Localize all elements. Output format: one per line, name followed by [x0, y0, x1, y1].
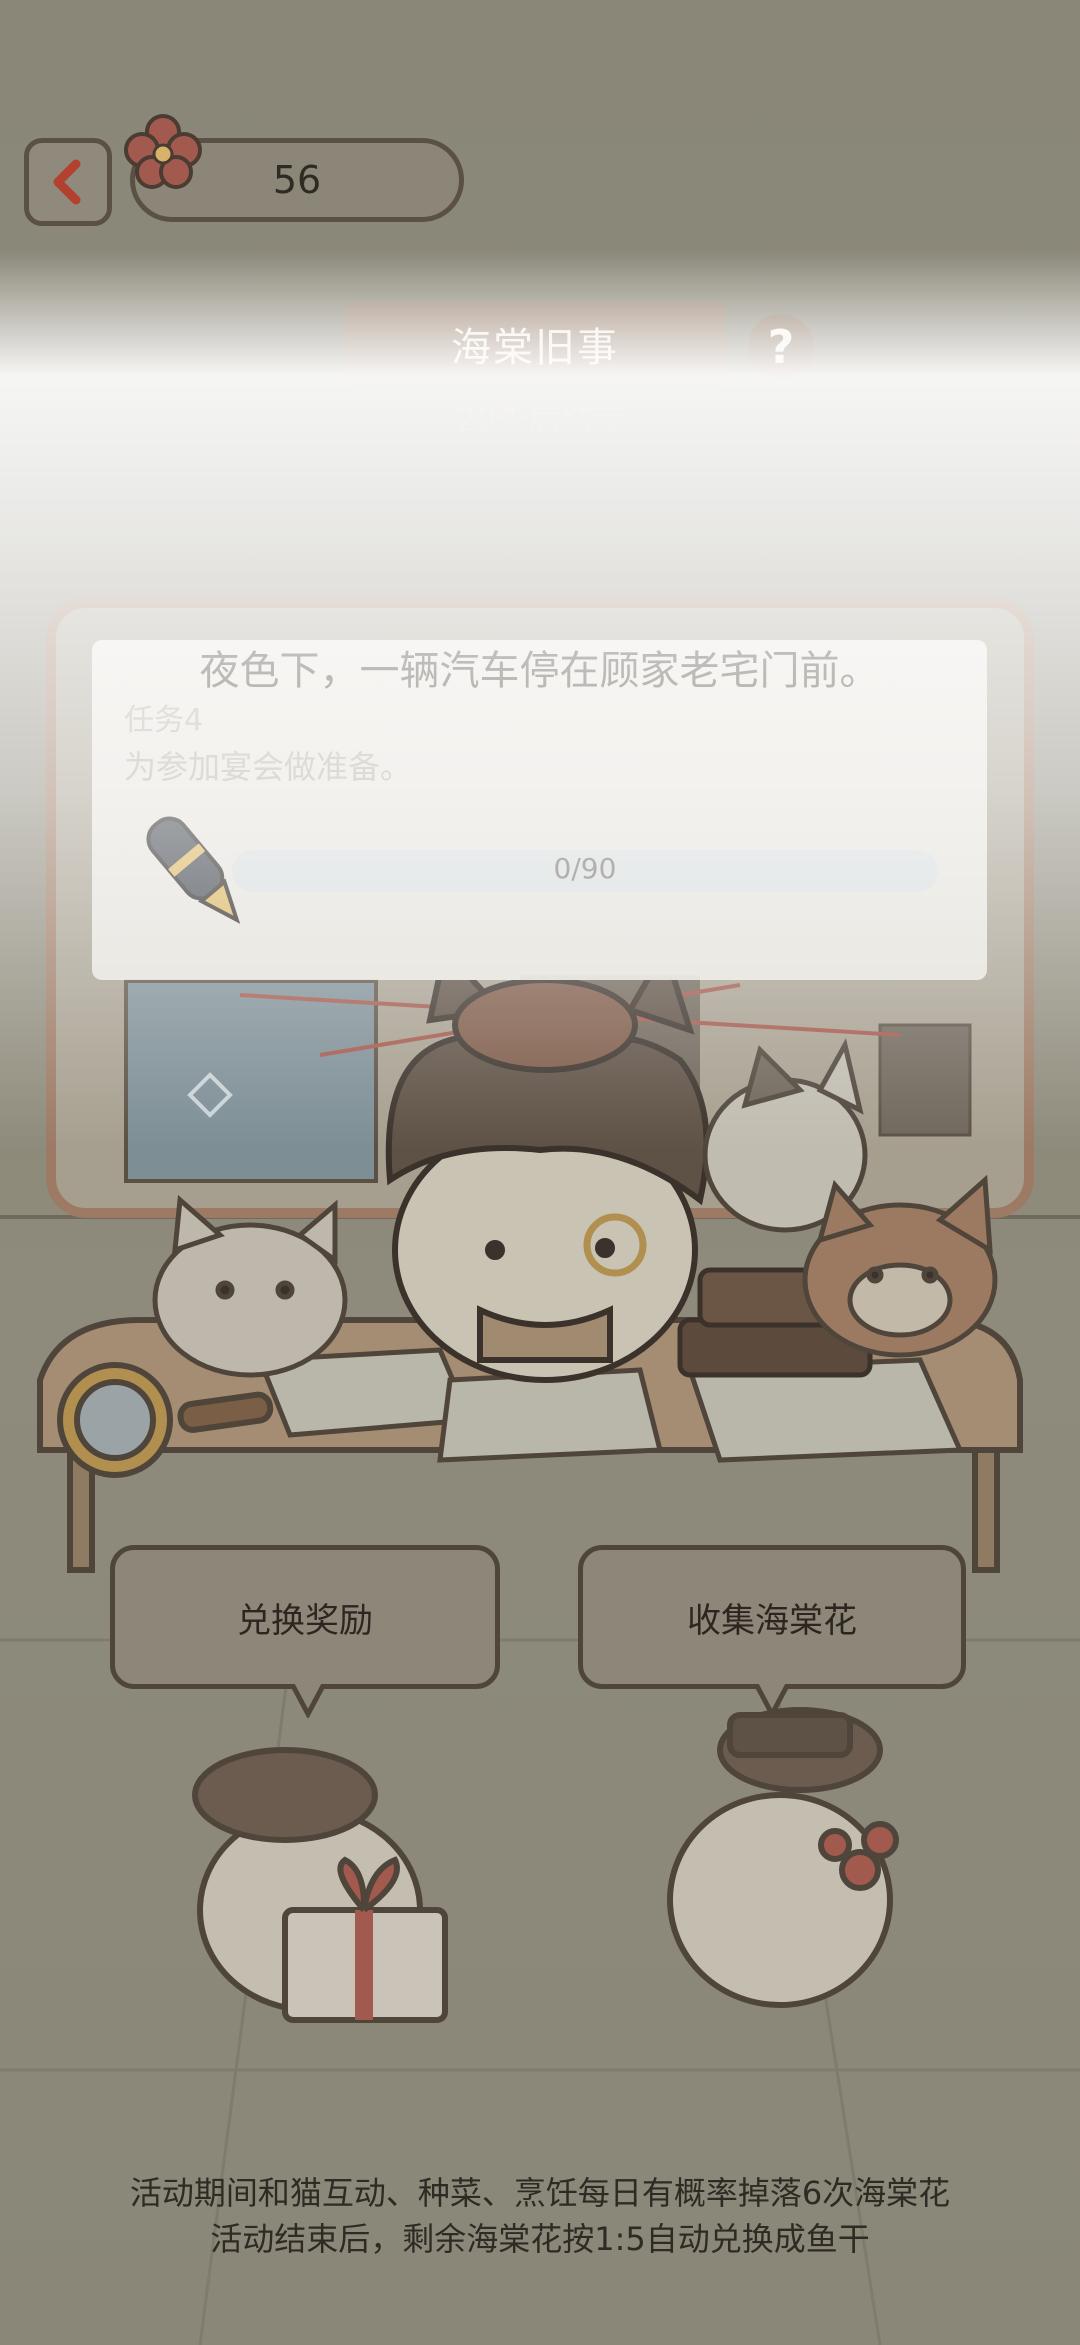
- help-button[interactable]: ?: [748, 314, 814, 380]
- calico-cat: [152, 1194, 348, 1378]
- event-rule-2: 活动结束后，剩余海棠花按1:5自动兑换成鱼干: [210, 2220, 870, 2258]
- exchange-rewards-label: 兑换奖励: [237, 1600, 373, 1641]
- detective-cats-illustration: [37, 980, 1023, 2023]
- gift-cat: [192, 1747, 448, 2023]
- event-rule-1: 活动期间和猫互动、种菜、烹饪每日有概率掉落6次海棠花: [129, 2174, 951, 2212]
- event-title: 海棠旧事: [345, 302, 725, 386]
- story-narration: 夜色下，一辆汽车停在顾家老宅门前。: [199, 648, 880, 694]
- shiba-dog: [802, 1174, 998, 1358]
- chevron-left-icon: [53, 159, 81, 205]
- question-mark-icon: ?: [767, 320, 795, 374]
- task-description: 为参加宴会做准备。: [124, 748, 413, 786]
- event-countdown: 20天后结束: [455, 401, 625, 439]
- bubble-tail-left: [289, 1684, 327, 1718]
- back-button[interactable]: [24, 138, 112, 226]
- task-progress-text: 0/90: [553, 852, 617, 885]
- begonia-flower-icon: [124, 114, 202, 189]
- flower-cat: [667, 1707, 899, 2008]
- exchange-rewards-button[interactable]: 兑换奖励: [110, 1545, 500, 1689]
- bubble-tail-right: [753, 1684, 791, 1718]
- collect-begonia-button[interactable]: 收集海棠花: [578, 1545, 966, 1689]
- collect-begonia-label: 收集海棠花: [687, 1600, 857, 1641]
- detective-cat: [385, 980, 710, 1383]
- begonia-count: 56: [272, 158, 322, 202]
- task-number: 任务4: [124, 703, 204, 738]
- event-title-text: 海棠旧事: [451, 325, 619, 371]
